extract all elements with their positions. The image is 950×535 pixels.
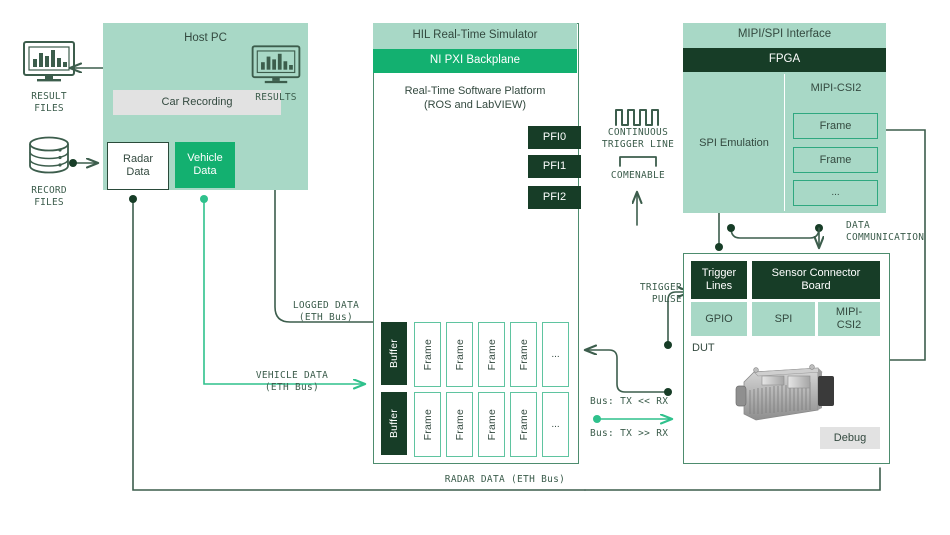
frame-label: Frame xyxy=(517,338,530,371)
frame-ellipsis-box: ... xyxy=(542,392,569,457)
mipi-frame-box[interactable]: Frame xyxy=(793,113,878,139)
mipi-frame-box[interactable]: Frame xyxy=(793,147,878,173)
pulse-train-icon xyxy=(615,109,659,126)
mipi-frame-ellipsis-box: ... xyxy=(793,180,878,206)
monitor-chart-icon xyxy=(23,41,75,82)
debug-button[interactable]: Debug xyxy=(820,427,880,449)
buffer-label: Buffer xyxy=(388,408,400,439)
radar-sensor-photo xyxy=(726,358,844,436)
frame-box[interactable]: Frame xyxy=(414,322,441,387)
radar-data-connector-label: RADAR DATA (ETH Bus) xyxy=(444,474,566,485)
comenable-label: COMENABLE xyxy=(610,169,666,181)
frame-label: Frame xyxy=(485,338,498,371)
frame-box[interactable]: Frame xyxy=(478,322,505,387)
results-label: RESULTS xyxy=(255,92,297,103)
frame-box[interactable]: Frame xyxy=(478,392,505,457)
logged-data-label: LOGGED DATA (ETH Bus) xyxy=(292,300,360,323)
pfi2-pad[interactable]: PFI2 xyxy=(528,186,581,209)
mipi-spi-title: MIPI/SPI Interface xyxy=(737,28,832,41)
result-files-group: RESULT FILES xyxy=(18,40,80,115)
continuous-trigger-line-label: CONTINUOUS TRIGGER LINE xyxy=(601,127,675,150)
simulator-title: HIL Real-Time Simulator xyxy=(373,23,577,49)
frame-box[interactable]: Frame xyxy=(414,392,441,457)
bus-tx-lt-rx-label: Bus: TX << RX xyxy=(590,396,669,407)
radar-data-label: Radar Data xyxy=(123,152,153,178)
frame-ellipsis-box: ... xyxy=(542,322,569,387)
trigger-lines-header: Trigger Lines xyxy=(691,261,747,299)
trigger-pulse-label: TRIGGER PULSE xyxy=(639,282,682,305)
buffer-row-1[interactable]: Buffer xyxy=(381,322,407,385)
data-communication-label: DATA COMMUNICATION xyxy=(846,220,925,243)
frame-label: Frame xyxy=(485,408,498,441)
realtime-software-platform-label: Real-Time Software Platform (ROS and Lab… xyxy=(404,85,546,111)
frame-label: Frame xyxy=(453,338,466,371)
mipi-csi2-cell[interactable]: MIPI- CSI2 xyxy=(818,302,880,336)
pfi1-pad[interactable]: PFI1 xyxy=(528,155,581,178)
single-pulse-icon xyxy=(619,155,657,167)
spi-cell[interactable]: SPI xyxy=(752,302,815,336)
frame-box[interactable]: Frame xyxy=(510,392,537,457)
ni-pxi-backplane-bar: NI PXI Backplane xyxy=(373,49,577,73)
frame-box[interactable]: Frame xyxy=(510,322,537,387)
fpga-divider xyxy=(784,74,785,211)
radar-data-box[interactable]: Radar Data xyxy=(107,142,169,190)
frame-label: Frame xyxy=(517,408,530,441)
fpga-bar: FPGA xyxy=(683,48,886,72)
results-group: RESULTS xyxy=(247,44,305,104)
monitor-chart-icon xyxy=(251,45,301,84)
buffer-label: Buffer xyxy=(388,338,400,369)
database-icon xyxy=(29,136,69,174)
continuous-trigger-group: CONTINUOUS TRIGGER LINE COMENABLE xyxy=(588,105,688,182)
frame-box[interactable]: Frame xyxy=(446,392,473,457)
vehicle-data-box[interactable]: Vehicle Data xyxy=(175,142,235,188)
frame-label: Frame xyxy=(453,408,466,441)
record-files-label: RECORD FILES xyxy=(31,185,67,208)
record-files-group: RECORD FILES xyxy=(20,136,78,209)
frame-label: Frame xyxy=(421,408,434,441)
buffer-row-2[interactable]: Buffer xyxy=(381,392,407,455)
result-files-label: RESULT FILES xyxy=(31,91,67,114)
sensor-connector-board-header: Sensor Connector Board xyxy=(752,261,880,299)
diagram-canvas: RESULT FILES RECORD FILES Host PC Car Re… xyxy=(0,0,950,535)
gpio-cell[interactable]: GPIO xyxy=(691,302,747,336)
vehicle-data-label: Vehicle Data xyxy=(187,151,223,177)
ellipsis-label: ... xyxy=(551,419,560,430)
frame-box[interactable]: Frame xyxy=(446,322,473,387)
ellipsis-label: ... xyxy=(551,349,560,360)
mipi-csi2-title: MIPI-CSI2 xyxy=(810,81,862,94)
pfi0-pad[interactable]: PFI0 xyxy=(528,126,581,149)
frame-label: Frame xyxy=(421,338,434,371)
dut-label: DUT xyxy=(692,342,715,354)
vehicle-data-connector-label: VEHICLE DATA (ETH Bus) xyxy=(255,370,329,393)
spi-emulation-label: SPI Emulation xyxy=(699,136,769,149)
bus-tx-gt-rx-label: Bus: TX >> RX xyxy=(590,428,669,439)
